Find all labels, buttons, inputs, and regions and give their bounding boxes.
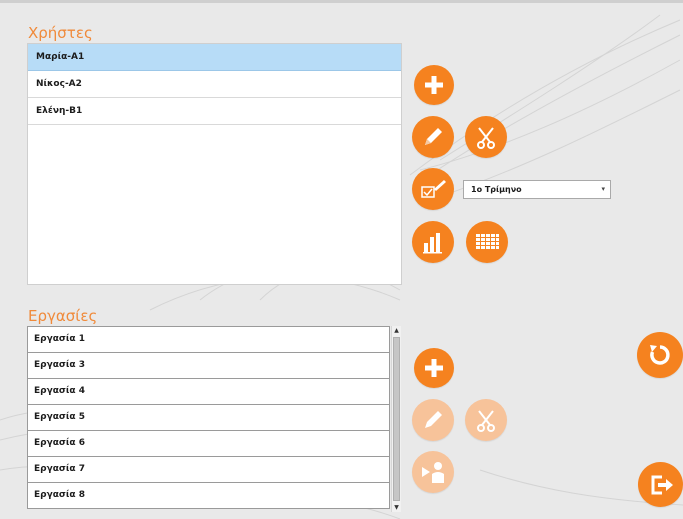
tasks-title: Εργασίες	[28, 307, 98, 325]
add-task-button[interactable]	[414, 348, 454, 388]
task-label: Εργασία 5	[34, 412, 85, 422]
delete-task-button[interactable]	[465, 399, 507, 441]
list-item[interactable]: Εργασία 8	[27, 483, 390, 509]
exit-button[interactable]	[638, 462, 683, 507]
list-item[interactable]: Εργασία 5	[27, 405, 390, 431]
scroll-thumb[interactable]	[393, 337, 400, 501]
edit-user-button[interactable]	[412, 116, 454, 158]
scissors-icon	[477, 127, 495, 149]
top-border	[0, 0, 683, 3]
task-label: Εργασία 3	[34, 360, 85, 370]
list-item[interactable]: Εργασία 4	[27, 379, 390, 405]
plus-icon	[425, 359, 443, 377]
task-label: Εργασία 8	[34, 490, 85, 500]
task-label: Εργασία 7	[34, 464, 85, 474]
chevron-down-icon: ▾	[601, 185, 605, 193]
assign-button[interactable]	[412, 168, 454, 210]
scroll-down-icon[interactable]: ▼	[392, 503, 401, 512]
user-label: Μαρία-Α1	[36, 52, 85, 62]
exit-icon	[651, 475, 673, 494]
users-title: Χρήστες	[28, 24, 93, 42]
list-item[interactable]: Εργασία 6	[27, 431, 390, 457]
scissors-icon	[477, 410, 495, 432]
edit-task-button[interactable]	[412, 399, 454, 441]
users-list[interactable]: Μαρία-Α1 Νίκος-Α2 Ελένη-Β1	[27, 43, 402, 285]
delete-user-button[interactable]	[465, 116, 507, 158]
list-item[interactable]: Εργασία 1	[27, 326, 390, 353]
list-item[interactable]: Ελένη-Β1	[28, 98, 401, 125]
list-item[interactable]: Νίκος-Α2	[28, 71, 401, 98]
period-select-value: 1ο Τρίμηνο	[471, 185, 522, 194]
pencil-icon	[425, 128, 442, 145]
task-label: Εργασία 1	[34, 334, 85, 344]
add-user-button[interactable]	[414, 65, 454, 105]
chart-button[interactable]	[412, 221, 454, 263]
task-label: Εργασία 4	[34, 386, 85, 396]
tasks-list[interactable]: Εργασία 1 Εργασία 3 Εργασία 4 Εργασία 5 …	[27, 326, 390, 512]
list-item[interactable]: Εργασία 3	[27, 353, 390, 379]
tasks-scrollbar[interactable]: ▲ ▼	[391, 326, 401, 512]
refresh-button[interactable]	[637, 332, 683, 378]
plus-icon	[425, 76, 443, 94]
calendar-button[interactable]	[466, 221, 508, 263]
user-label: Ελένη-Β1	[36, 106, 83, 116]
list-item[interactable]: Εργασία 7	[27, 457, 390, 483]
list-item[interactable]: Μαρία-Α1	[28, 44, 401, 71]
scroll-up-icon[interactable]: ▲	[392, 326, 401, 335]
pencil-icon	[425, 411, 442, 428]
user-label: Νίκος-Α2	[36, 79, 82, 89]
presenter-icon	[422, 462, 444, 483]
bar-chart-icon	[423, 233, 442, 254]
period-select[interactable]: 1ο Τρίμηνο ▾	[463, 180, 611, 199]
checklist-pencil-icon	[421, 180, 446, 198]
refresh-icon	[650, 345, 670, 365]
grid-calendar-icon	[476, 234, 499, 249]
task-label: Εργασία 6	[34, 438, 85, 448]
present-task-button[interactable]	[412, 451, 454, 493]
